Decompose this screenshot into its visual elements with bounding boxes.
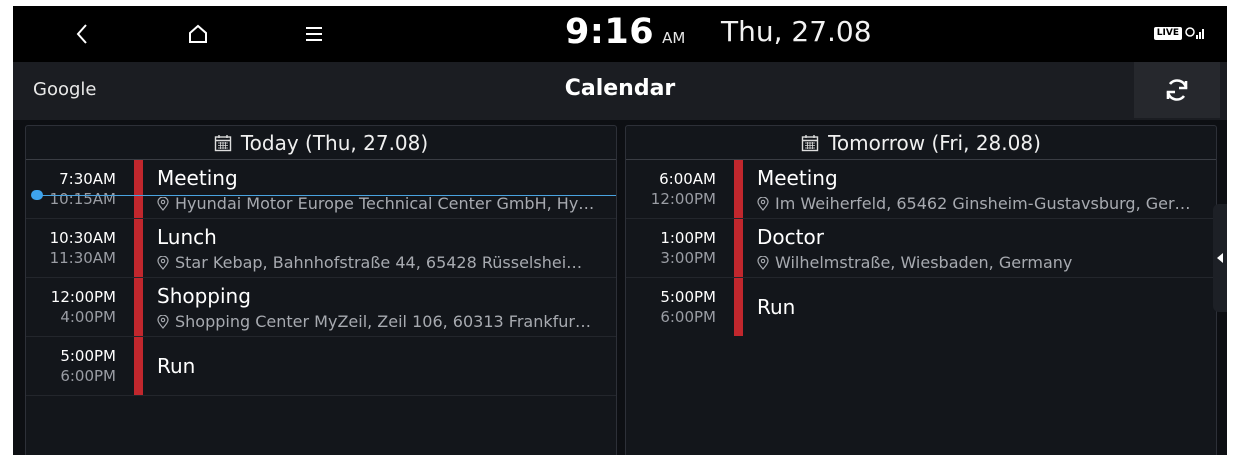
event-color-bar bbox=[134, 337, 143, 395]
event-location: Hyundai Motor Europe Technical Center Gm… bbox=[157, 194, 597, 213]
event-start-time: 5:00PM bbox=[660, 288, 716, 306]
event-end-time: 6:00PM bbox=[660, 308, 716, 326]
event-color-bar bbox=[134, 160, 143, 218]
list-item[interactable]: 5:00PM 6:00PM Run bbox=[26, 337, 616, 396]
event-start-time: 7:30AM bbox=[59, 170, 116, 188]
location-pin-icon bbox=[757, 256, 769, 270]
event-color-bar bbox=[134, 219, 143, 277]
clock-ampm: AM bbox=[662, 29, 686, 47]
caret-left-icon bbox=[1217, 253, 1223, 263]
calendar-icon bbox=[801, 134, 819, 151]
location-pin-icon bbox=[157, 197, 169, 211]
side-panel-handle[interactable] bbox=[1213, 204, 1227, 312]
event-location-text: Shopping Center MyZeil, Zeil 106, 60313 … bbox=[175, 312, 591, 331]
event-title: Meeting bbox=[157, 166, 238, 190]
infotainment-screen: 9:16 AM Thu, 27.08 LIVE Google Calendar bbox=[13, 6, 1227, 455]
tomorrow-panel: Tomorrow (Fri, 28.08) 6:00AM 12:00PM Mee… bbox=[625, 125, 1217, 455]
calendar-icon bbox=[214, 134, 232, 151]
menu-icon bbox=[306, 27, 322, 41]
event-times: 5:00PM 6:00PM bbox=[626, 287, 716, 327]
event-start-time: 5:00PM bbox=[60, 347, 116, 365]
event-times: 10:30AM 11:30AM bbox=[26, 228, 116, 268]
event-title: Run bbox=[157, 354, 196, 378]
event-location-text: Wilhelmstraße, Wiesbaden, Germany bbox=[775, 253, 1073, 272]
back-icon bbox=[76, 24, 87, 44]
event-start-time: 10:30AM bbox=[49, 229, 116, 247]
status-bar: 9:16 AM Thu, 27.08 LIVE bbox=[13, 6, 1227, 62]
event-color-bar bbox=[734, 160, 743, 218]
event-times: 1:00PM 3:00PM bbox=[626, 228, 716, 268]
location-pin-icon bbox=[157, 256, 169, 270]
location-pin-icon bbox=[157, 315, 169, 329]
today-header-label: Today (Thu, 27.08) bbox=[240, 130, 429, 155]
event-title: Lunch bbox=[157, 225, 217, 249]
event-title: Run bbox=[757, 295, 796, 319]
connectivity-icon bbox=[1185, 27, 1204, 39]
event-location-text: Hyundai Motor Europe Technical Center Gm… bbox=[175, 194, 595, 213]
sync-button[interactable] bbox=[1134, 62, 1220, 118]
status-date: Thu, 27.08 bbox=[721, 15, 872, 48]
clock-time: 9:16 bbox=[565, 12, 655, 52]
today-header: Today (Thu, 27.08) bbox=[26, 126, 616, 160]
event-location: Star Kebap, Bahnhofstraße 44, 65428 Rüss… bbox=[157, 253, 597, 272]
event-end-time: 11:30AM bbox=[49, 249, 116, 267]
event-color-bar bbox=[734, 278, 743, 336]
status-icons: LIVE bbox=[1153, 26, 1207, 40]
event-color-bar bbox=[734, 219, 743, 277]
home-button[interactable] bbox=[173, 14, 223, 54]
event-times: 6:00AM 12:00PM bbox=[626, 169, 716, 209]
current-time-indicator bbox=[31, 190, 43, 200]
title-bar: Google Calendar bbox=[13, 62, 1227, 120]
event-start-time: 1:00PM bbox=[660, 229, 716, 247]
home-icon bbox=[189, 24, 207, 43]
current-time-line bbox=[38, 195, 616, 196]
event-times: 12:00PM 4:00PM bbox=[26, 287, 116, 327]
event-end-time: 3:00PM bbox=[660, 249, 716, 267]
event-location: Wilhelmstraße, Wiesbaden, Germany bbox=[757, 253, 1197, 272]
event-title: Shopping bbox=[157, 284, 251, 308]
event-times: 5:00PM 6:00PM bbox=[26, 346, 116, 386]
list-item[interactable]: 1:00PM 3:00PM Doctor Wilhelmstraße, Wies… bbox=[626, 219, 1216, 278]
event-location: Im Weiherfeld, 65462 Ginsheim-Gustavsbur… bbox=[757, 194, 1197, 213]
back-button[interactable] bbox=[57, 14, 107, 54]
location-pin-icon bbox=[757, 197, 769, 211]
event-color-bar bbox=[134, 278, 143, 336]
event-end-time: 6:00PM bbox=[60, 367, 116, 385]
today-panel: Today (Thu, 27.08) 7:30AM 10:15AM Meetin… bbox=[25, 125, 617, 455]
tomorrow-header: Tomorrow (Fri, 28.08) bbox=[626, 126, 1216, 160]
event-start-time: 12:00PM bbox=[50, 288, 116, 306]
clock: 9:16 AM bbox=[565, 12, 685, 56]
page-title: Calendar bbox=[564, 76, 676, 101]
live-badge: LIVE bbox=[1153, 26, 1182, 40]
list-item[interactable]: 10:30AM 11:30AM Lunch Star Kebap, Bahnho… bbox=[26, 219, 616, 278]
list-item[interactable]: 12:00PM 4:00PM Shopping Shopping Center … bbox=[26, 278, 616, 337]
menu-button[interactable] bbox=[289, 14, 339, 54]
event-location-text: Im Weiherfeld, 65462 Ginsheim-Gustavsbur… bbox=[775, 194, 1191, 213]
event-end-time: 12:00PM bbox=[650, 190, 716, 208]
event-location: Shopping Center MyZeil, Zeil 106, 60313 … bbox=[157, 312, 597, 331]
list-item[interactable]: 5:00PM 6:00PM Run bbox=[626, 278, 1216, 336]
list-item[interactable]: 7:30AM 10:15AM Meeting Hyundai Motor Eur… bbox=[26, 160, 616, 219]
sync-icon bbox=[1166, 79, 1188, 101]
event-location-text: Star Kebap, Bahnhofstraße 44, 65428 Rüss… bbox=[175, 253, 583, 272]
event-title: Doctor bbox=[757, 225, 824, 249]
event-start-time: 6:00AM bbox=[659, 170, 716, 188]
tomorrow-header-label: Tomorrow (Fri, 28.08) bbox=[828, 130, 1041, 155]
event-times: 7:30AM 10:15AM bbox=[26, 169, 116, 209]
event-title: Meeting bbox=[757, 166, 838, 190]
event-end-time: 4:00PM bbox=[60, 308, 116, 326]
list-item[interactable]: 6:00AM 12:00PM Meeting Im Weiherfeld, 65… bbox=[626, 160, 1216, 219]
